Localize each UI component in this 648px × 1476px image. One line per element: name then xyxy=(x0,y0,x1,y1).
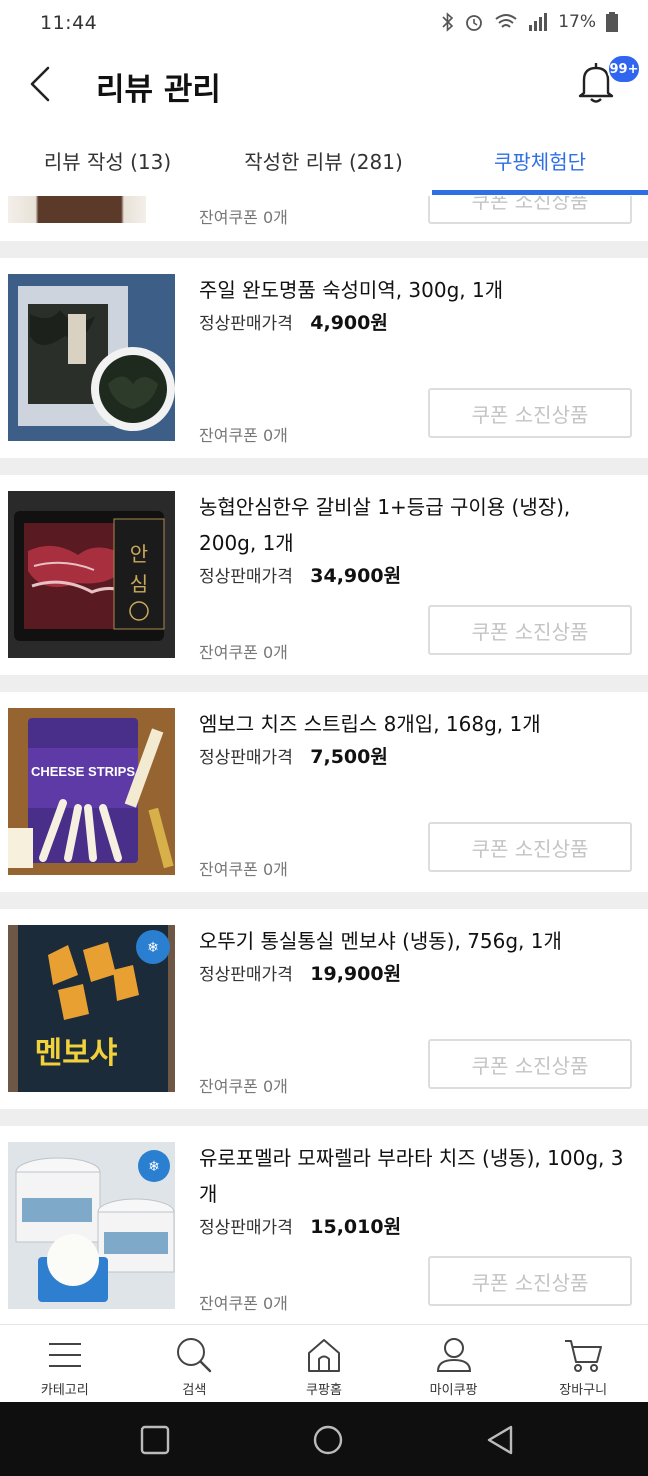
battery-icon xyxy=(606,12,618,32)
price-row: 정상판매가격 34,900원 xyxy=(199,561,401,588)
bottom-navigation: 카테고리 검색 쿠팡홈 마이쿠팡 장바구니 xyxy=(0,1324,648,1402)
nav-label: 쿠팡홈 xyxy=(306,1383,342,1398)
coupon-remaining: 잔여쿠폰 0개 xyxy=(199,860,288,879)
tab-bar: 리뷰 작성 (13) 작성한 리뷰 (281) 쿠팡체험단 xyxy=(0,130,648,196)
product-name[interactable]: 농협안심한우 갈비살 1+등급 구이용 (냉장), 200g, 1개 xyxy=(199,489,629,561)
price-label: 정상판매가격 xyxy=(199,748,293,768)
price-value: 19,900원 xyxy=(310,963,402,985)
thumb-cheese-text: CHEESE STRIPS xyxy=(31,764,135,779)
system-navigation-bar xyxy=(0,1402,648,1476)
coupon-remaining: 잔여쿠폰 0개 xyxy=(199,1077,288,1096)
coupon-exhausted-button[interactable]: 쿠폰 소진상품 xyxy=(428,388,632,438)
product-name[interactable]: 오뚜기 통실통실 멘보샤 (냉동), 756g, 1개 xyxy=(199,923,629,959)
coupon-exhausted-button[interactable]: 쿠폰 소진상품 xyxy=(428,822,632,872)
list-item[interactable]: 안 심 농협안심한우 갈비살 1+등급 구이용 (냉장), 200g, 1개 정… xyxy=(0,475,648,675)
page-title: 리뷰 관리 xyxy=(96,72,221,108)
product-image: ❄ 멘보샤 xyxy=(8,925,175,1092)
list-item[interactable]: CHEESE STRIPS 엠보그 치즈 스트립스 8개입, 168g, 1개 … xyxy=(0,692,648,892)
list-item[interactable]: ❄ 멘보샤 오뚜기 통실통실 멘보샤 (냉동), 756g, 1개 정상판매가격… xyxy=(0,909,648,1109)
list-item[interactable]: 주일 완도명품 숙성미역, 300g, 1개 정상판매가격 4,900원 잔여쿠… xyxy=(0,258,648,458)
chevron-left-icon xyxy=(30,66,50,102)
nav-label: 카테고리 xyxy=(40,1383,89,1398)
coupon-exhausted-button[interactable]: 쿠폰 소진상품 xyxy=(428,1039,632,1089)
price-value: 15,010원 xyxy=(310,1216,402,1238)
thumb-menbosha-text: 멘보샤 xyxy=(35,1036,118,1071)
back-button[interactable] xyxy=(20,62,60,106)
divider xyxy=(0,241,648,258)
tab-written-reviews[interactable]: 작성한 리뷰 (281) xyxy=(215,130,432,190)
battery-percent: 17% xyxy=(558,12,596,32)
bluetooth-icon xyxy=(442,12,454,32)
header: 리뷰 관리 xyxy=(0,48,648,124)
tab-experience-group[interactable]: 쿠팡체험단 xyxy=(432,130,648,190)
list-item-partial[interactable]: 잔여쿠폰 0개 쿠폰 소진상품 xyxy=(0,196,648,241)
svg-text:❄: ❄ xyxy=(148,1159,160,1175)
list-item[interactable]: ❄ 유로포멜라 모짜렐라 부라타 치즈 (냉동), 100g, 3개 정상판매가… xyxy=(0,1126,648,1324)
square-icon xyxy=(140,1425,170,1455)
nav-search[interactable]: 검색 xyxy=(130,1325,260,1402)
product-name[interactable]: 주일 완도명품 숙성미역, 300g, 1개 xyxy=(199,272,629,308)
price-row: 정상판매가격 19,900원 xyxy=(199,959,401,986)
price-row: 정상판매가격 15,010원 xyxy=(199,1212,401,1239)
nav-home[interactable]: 쿠팡홈 xyxy=(259,1325,389,1402)
user-icon xyxy=(436,1338,471,1372)
triangle-back-icon xyxy=(487,1425,513,1455)
product-image: CHEESE STRIPS xyxy=(8,708,175,875)
menu-icon xyxy=(48,1343,81,1367)
circle-icon xyxy=(313,1425,343,1455)
product-image xyxy=(8,196,146,223)
notification-badge: 99+ xyxy=(607,54,641,84)
cart-icon xyxy=(565,1340,603,1372)
svg-text:심: 심 xyxy=(130,572,148,596)
product-image xyxy=(8,274,175,441)
divider xyxy=(0,1109,648,1126)
active-tab-indicator xyxy=(432,190,648,195)
review-list[interactable]: 잔여쿠폰 0개 쿠폰 소진상품 주일 완도명품 숙성미역, 300g, 1개 정… xyxy=(0,196,648,1324)
search-icon xyxy=(177,1338,212,1373)
signal-icon xyxy=(528,13,548,31)
status-bar: 11:44 17% xyxy=(0,0,648,48)
divider xyxy=(0,458,648,475)
product-image: ❄ xyxy=(8,1142,175,1309)
price-row: 정상판매가격 7,500원 xyxy=(199,742,388,769)
home-icon xyxy=(307,1339,340,1372)
coupon-remaining: 잔여쿠폰 0개 xyxy=(199,426,288,445)
nav-category[interactable]: 카테고리 xyxy=(0,1325,130,1402)
nav-cart[interactable]: 장바구니 xyxy=(518,1325,648,1402)
coupon-exhausted-button[interactable]: 쿠폰 소진상품 xyxy=(428,1256,632,1306)
tab-write-review[interactable]: 리뷰 작성 (13) xyxy=(0,130,215,190)
coupon-remaining: 잔여쿠폰 0개 xyxy=(199,643,288,662)
price-label: 정상판매가격 xyxy=(199,314,293,334)
recent-apps-button[interactable] xyxy=(135,1422,175,1458)
status-icons: 17% xyxy=(442,12,618,32)
price-value: 7,500원 xyxy=(310,746,388,768)
price-row: 정상판매가격 4,900원 xyxy=(199,308,388,335)
divider xyxy=(0,892,648,909)
home-system-button[interactable] xyxy=(308,1422,348,1458)
product-image: 안 심 xyxy=(8,491,175,658)
product-name[interactable]: 유로포멜라 모짜렐라 부라타 치즈 (냉동), 100g, 3개 xyxy=(199,1140,629,1212)
nav-mycoupang[interactable]: 마이쿠팡 xyxy=(389,1325,519,1402)
back-system-button[interactable] xyxy=(480,1422,520,1458)
nav-label: 마이쿠팡 xyxy=(429,1383,478,1398)
nav-label: 검색 xyxy=(182,1383,207,1398)
status-time: 11:44 xyxy=(40,12,98,34)
divider xyxy=(0,675,648,692)
price-value: 4,900원 xyxy=(310,312,388,334)
price-label: 정상판매가격 xyxy=(199,567,293,587)
svg-text:안: 안 xyxy=(130,542,148,566)
coupon-remaining: 잔여쿠폰 0개 xyxy=(199,208,288,227)
svg-text:❄: ❄ xyxy=(147,940,159,956)
wifi-icon xyxy=(494,13,518,31)
coupon-exhausted-button[interactable]: 쿠폰 소진상품 xyxy=(428,196,632,224)
coupon-remaining: 잔여쿠폰 0개 xyxy=(199,1294,288,1313)
product-name[interactable]: 엠보그 치즈 스트립스 8개입, 168g, 1개 xyxy=(199,706,629,742)
price-value: 34,900원 xyxy=(310,565,402,587)
coupon-exhausted-button[interactable]: 쿠폰 소진상품 xyxy=(428,605,632,655)
price-label: 정상판매가격 xyxy=(199,965,293,985)
alarm-icon xyxy=(464,12,484,32)
nav-label: 장바구니 xyxy=(559,1383,608,1398)
price-label: 정상판매가격 xyxy=(199,1218,293,1238)
